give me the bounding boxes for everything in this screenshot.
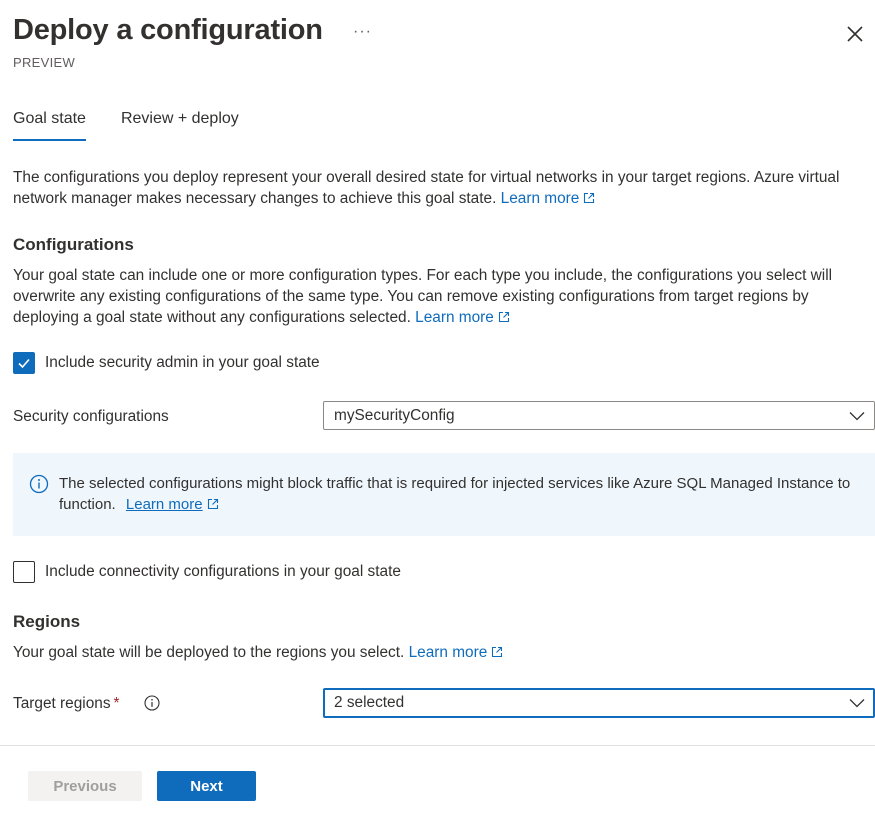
target-regions-value: 2 selected (334, 694, 405, 711)
next-button[interactable]: Next (157, 771, 256, 801)
external-link-icon (207, 498, 218, 510)
security-configurations-value: mySecurityConfig (334, 407, 455, 424)
info-tooltip-icon[interactable] (144, 695, 160, 711)
regions-paragraph: Your goal state will be deployed to the … (13, 642, 875, 663)
page-title: Deploy a configuration (13, 14, 323, 46)
preview-label: PREVIEW (13, 55, 76, 70)
regions-text: Your goal state will be deployed to the … (13, 644, 405, 661)
intro-paragraph: The configurations you deploy represent … (13, 167, 843, 209)
more-options-button[interactable]: ··· (353, 23, 372, 41)
security-admin-checkbox[interactable] (13, 352, 35, 374)
checkmark-icon (18, 358, 30, 369)
info-learn-more-link[interactable]: Learn more (126, 496, 219, 513)
security-configurations-dropdown[interactable]: mySecurityConfig (323, 401, 875, 430)
security-admin-checkbox-label: Include security admin in your goal stat… (45, 354, 320, 371)
tab-bar: Goal state Review + deploy (13, 108, 239, 141)
info-learn-more-label: Learn more (125, 496, 203, 513)
configurations-learn-more-link[interactable]: Learn more (415, 309, 510, 326)
close-button[interactable] (843, 22, 867, 46)
intro-text: The configurations you deploy represent … (13, 169, 840, 207)
chevron-down-icon (849, 699, 865, 708)
regions-learn-more-label: Learn more (408, 644, 488, 661)
chevron-down-icon (849, 412, 865, 421)
close-icon (847, 26, 863, 42)
info-banner-text-block: The selected configurations might block … (59, 473, 859, 515)
target-regions-label: Target regions (13, 695, 111, 712)
info-icon (29, 474, 49, 494)
security-configurations-label: Security configurations (13, 408, 169, 425)
footer-divider (0, 745, 875, 746)
tab-goal-state[interactable]: Goal state (13, 108, 86, 141)
security-admin-checkbox-row[interactable]: Include security admin in your goal stat… (13, 352, 320, 374)
intro-learn-more-link[interactable]: Learn more (501, 190, 596, 207)
info-banner: The selected configurations might block … (13, 453, 875, 536)
connectivity-checkbox[interactable] (13, 561, 35, 583)
external-link-icon (498, 311, 509, 323)
regions-heading: Regions (13, 612, 81, 631)
intro-learn-more-label: Learn more (500, 190, 580, 207)
tab-review-deploy[interactable]: Review + deploy (121, 108, 239, 141)
external-link-icon (584, 192, 595, 204)
configurations-learn-more-label: Learn more (415, 309, 494, 326)
connectivity-checkbox-row[interactable]: Include connectivity configurations in y… (13, 561, 401, 583)
previous-button[interactable]: Previous (28, 771, 142, 801)
external-link-icon (492, 646, 503, 658)
required-indicator: * (113, 695, 120, 712)
configurations-heading: Configurations (13, 235, 134, 254)
regions-learn-more-link[interactable]: Learn more (409, 644, 504, 661)
configurations-paragraph: Your goal state can include one or more … (13, 265, 875, 328)
target-regions-dropdown[interactable]: 2 selected (323, 688, 875, 718)
target-regions-label-row: Target regions * (13, 695, 160, 713)
connectivity-checkbox-label: Include connectivity configurations in y… (45, 563, 401, 580)
